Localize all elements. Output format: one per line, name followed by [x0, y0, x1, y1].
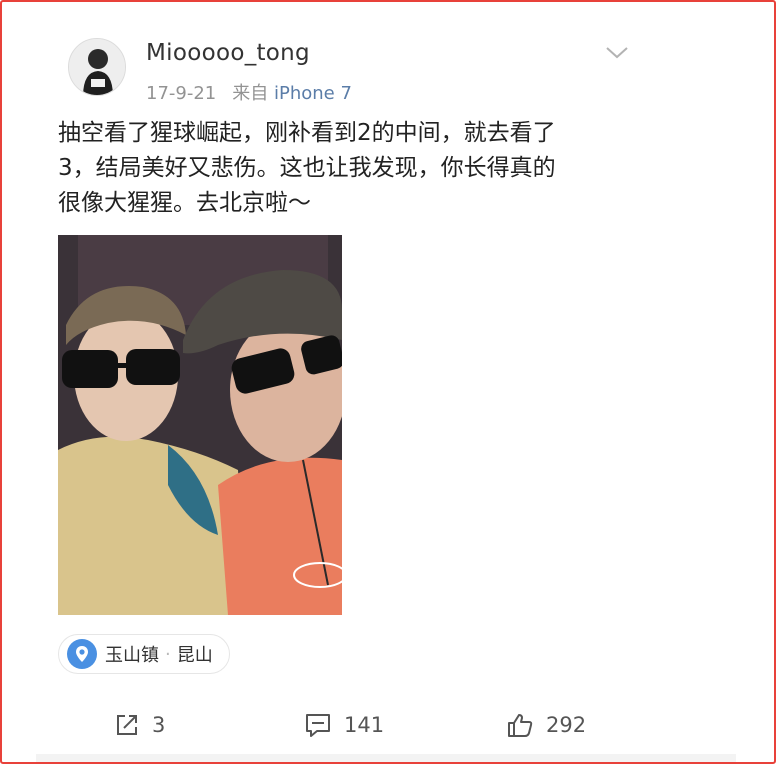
chevron-down-icon[interactable] — [604, 44, 630, 62]
share-icon — [117, 715, 137, 735]
location-city: 昆山 — [176, 645, 213, 666]
device-link[interactable]: iPhone 7 — [274, 83, 352, 104]
location-separator: · — [165, 643, 171, 665]
post-meta: 17-9-21 来自 iPhone 7 — [146, 79, 352, 105]
comment-count: 141 — [344, 713, 385, 737]
avatar[interactable] — [68, 38, 126, 96]
share-count: 3 — [152, 713, 166, 737]
username[interactable]: Miooooo_tong — [146, 40, 310, 66]
post-text: 抽空看了猩球崛起，刚补看到2的中间，就去看了 3，结局美好又悲伤。这也让我发现，… — [58, 116, 658, 221]
location-tag[interactable]: 玉山镇 · 昆山 — [58, 634, 230, 674]
comment-icon — [306, 714, 330, 737]
selfie-image — [58, 235, 342, 615]
post-date: 17-9-21 — [146, 83, 217, 104]
like-icon — [508, 714, 533, 737]
like-button[interactable]: 292 — [506, 708, 586, 742]
share-button[interactable]: 3 — [114, 708, 165, 742]
post-text-line: 抽空看了猩球崛起，刚补看到2的中间，就去看了 — [58, 120, 556, 146]
post-photo[interactable] — [58, 235, 342, 615]
location-pin-icon — [67, 639, 97, 669]
like-count: 292 — [546, 713, 587, 737]
avatar-image — [69, 39, 125, 95]
post-text-line: 很像大猩猩。去北京啦～ — [58, 190, 311, 216]
bottom-divider — [36, 754, 736, 762]
source-prefix: 来自 — [232, 83, 269, 104]
comment-button[interactable]: 141 — [304, 708, 384, 742]
location-town: 玉山镇 — [105, 645, 159, 666]
post-text-line: 3，结局美好又悲伤。这也让我发现，你长得真的 — [58, 155, 556, 181]
